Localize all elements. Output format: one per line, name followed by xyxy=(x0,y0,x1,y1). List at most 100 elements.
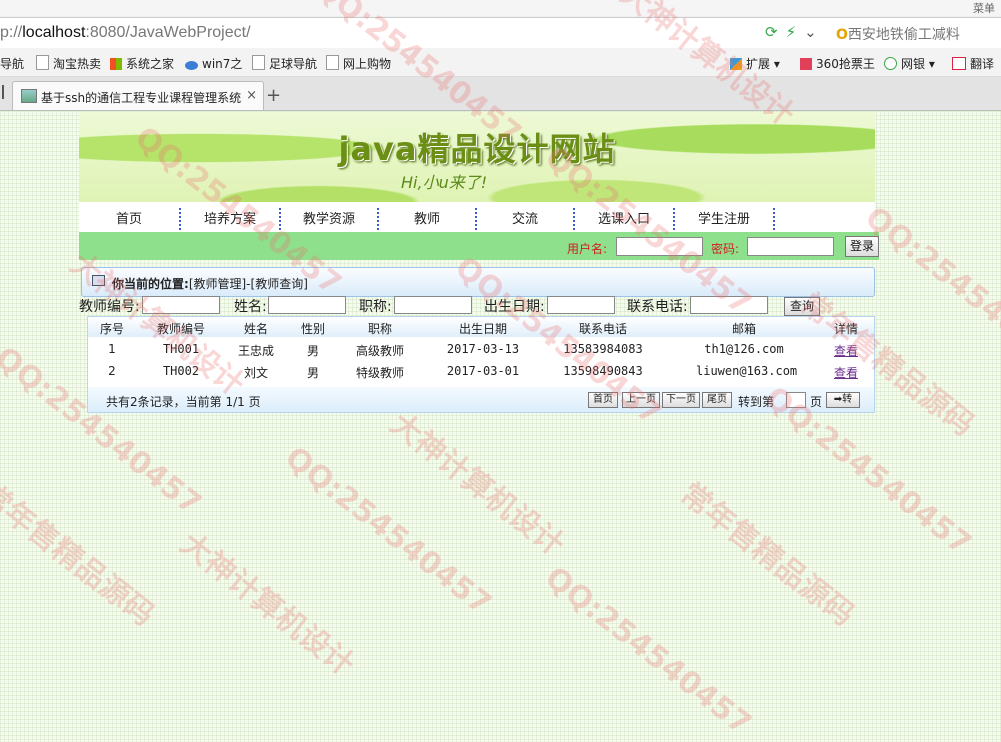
cell-gender: 男 xyxy=(306,366,319,380)
cell-birthdate: 2017-03-01 xyxy=(446,364,520,378)
header-cell: 联系电话 xyxy=(578,322,627,336)
address-bar[interactable]: p://localhost:8080/JavaWebProject/ ⟳ ⚡ ⌄ O… xyxy=(0,17,1001,49)
nav-teachers[interactable]: 教师 xyxy=(379,208,477,230)
password-label: 密码: xyxy=(711,242,740,256)
page-icon xyxy=(36,55,49,70)
phone-label: 联系电话: xyxy=(627,299,688,315)
bookmark-football[interactable]: 足球导航 xyxy=(252,55,317,72)
watermark-text: QQ:254540457 xyxy=(538,560,758,742)
nav-course-select[interactable]: 选课入口 xyxy=(575,208,675,230)
tab-active[interactable]: 基于ssh的通信工程专业课程管理系统 × xyxy=(12,81,264,110)
cell-name: 王忠成 xyxy=(237,344,274,358)
teacher-no-label: 教师编号: xyxy=(79,299,140,315)
nav-training-plan[interactable]: 培养方案 xyxy=(181,208,281,230)
bookmark-xitong[interactable]: 系统之家 xyxy=(110,55,174,72)
address-text[interactable]: p://localhost:8080/JavaWebProject/ xyxy=(0,24,251,42)
nav-resources[interactable]: 教学资源 xyxy=(281,208,379,230)
chevron-down-icon[interactable]: ⌄ xyxy=(804,23,817,41)
site-subtitle: Hi,小u来了! xyxy=(401,173,488,192)
phone-input[interactable] xyxy=(690,296,768,314)
refresh-icon[interactable]: ⟳ xyxy=(765,23,778,41)
site-banner: java精品设计网站 Hi,小u来了! xyxy=(79,112,875,202)
translate-icon xyxy=(952,57,966,70)
main-nav: 首页 培养方案 教学资源 教师 交流 选课入口 学生注册 xyxy=(79,202,875,232)
window-icon xyxy=(92,275,105,286)
goto-label: 转到第 xyxy=(738,395,775,409)
header-cell: 邮箱 xyxy=(731,322,756,336)
browser-chrome: 菜单 p://localhost:8080/JavaWebProject/ ⟳ ⚡… xyxy=(0,0,1001,111)
header-cell: 姓名 xyxy=(243,322,268,336)
close-icon[interactable]: × xyxy=(246,88,257,103)
bookmark-shopping[interactable]: 网上购物 xyxy=(326,55,391,72)
page-icon xyxy=(252,55,265,70)
goto-page-input[interactable] xyxy=(786,392,806,408)
site-title: java精品设计网站 xyxy=(338,130,616,168)
next-page-button[interactable]: 下一页 xyxy=(662,392,700,408)
bank-button[interactable]: 网银 ▾ xyxy=(884,55,935,72)
watermark-text: 常年售精品源码 xyxy=(0,476,161,634)
birthdate-label: 出生日期: xyxy=(484,299,545,315)
menu-button[interactable]: 菜单 xyxy=(973,0,995,16)
windows-icon xyxy=(110,58,122,70)
view-link[interactable]: 查看 xyxy=(828,342,864,359)
watermark-text: 常年售精品源码 xyxy=(673,476,861,634)
watermark-text: QQ:254540457 xyxy=(278,440,498,623)
header-cell: 职称 xyxy=(367,322,392,336)
bookmark-nav[interactable]: 导航 xyxy=(0,55,24,72)
location-label: 你当前的位置: xyxy=(112,277,189,291)
header-cell: 性别 xyxy=(300,322,325,336)
name-input[interactable] xyxy=(268,296,346,314)
tab-scroll-left[interactable] xyxy=(2,85,10,99)
tab-bar: 基于ssh的通信工程专业课程管理系统 × + xyxy=(0,77,1001,111)
cell-teacher-no: TH001 xyxy=(162,342,200,356)
cell-email: th1@126.com xyxy=(704,342,784,356)
title-strip: 菜单 xyxy=(0,0,1001,16)
search-box[interactable]: O西安地铁偷工减料 xyxy=(836,24,960,44)
yen-icon xyxy=(884,57,897,70)
cell-title: 特级教师 xyxy=(355,366,404,380)
birthdate-input[interactable] xyxy=(547,296,615,314)
ticket-button[interactable]: 360抢票王 xyxy=(800,55,875,72)
cell-title: 高级教师 xyxy=(355,344,404,358)
watermark-text: QQ:254540457 xyxy=(858,200,1001,383)
teacher-no-input[interactable] xyxy=(142,296,220,314)
extensions-button[interactable]: 扩展 ▾ xyxy=(730,55,780,72)
login-button[interactable]: 登录 xyxy=(845,236,879,257)
last-page-button[interactable]: 尾页 xyxy=(702,392,732,408)
prev-page-button[interactable]: 上一页 xyxy=(622,392,660,408)
cell-phone: 13598490843 xyxy=(563,364,643,378)
table-footer: 共有2条记录，当前第 1/1 页 首页 上一页 下一页 尾页 转到第 页 ➡转 xyxy=(88,387,874,412)
bookmark-taobao[interactable]: 淘宝热卖 xyxy=(36,55,101,72)
extension-icon xyxy=(730,58,742,70)
bookmark-win7[interactable]: win7之 xyxy=(185,55,242,72)
first-page-button[interactable]: 首页 xyxy=(588,392,618,408)
cell-index: 1 xyxy=(108,342,116,356)
header-cell: 教师编号 xyxy=(156,322,205,336)
go-button[interactable]: ➡转 xyxy=(826,392,860,408)
cell-teacher-no: TH002 xyxy=(162,364,200,378)
username-input[interactable] xyxy=(616,237,703,256)
breadcrumb: [教师管理]-[教师查询] xyxy=(188,277,308,291)
lightning-icon[interactable]: ⚡ xyxy=(786,23,797,41)
table-header: 序号 教师编号 姓名 性别 职称 出生日期 联系电话 邮箱 详情 xyxy=(88,317,874,337)
cell-index: 2 xyxy=(108,364,116,378)
username-label: 用户名: xyxy=(567,242,608,256)
view-link[interactable]: 查看 xyxy=(828,364,864,381)
name-label: 姓名: xyxy=(234,299,267,315)
search-logo-icon: O xyxy=(836,27,848,43)
nav-home[interactable]: 首页 xyxy=(79,208,181,230)
nav-exchange[interactable]: 交流 xyxy=(477,208,575,230)
search-button[interactable]: 查询 xyxy=(784,297,820,316)
favicon-icon xyxy=(21,89,37,103)
translate-button[interactable]: 翻译 xyxy=(952,55,994,72)
title-label: 职称: xyxy=(359,299,392,315)
nav-student-register[interactable]: 学生注册 xyxy=(675,208,775,230)
tab-title: 基于ssh的通信工程专业课程管理系统 xyxy=(41,91,242,105)
title-input[interactable] xyxy=(394,296,472,314)
cell-phone: 13583984083 xyxy=(563,342,643,356)
new-tab-button[interactable]: + xyxy=(266,85,281,106)
password-input[interactable] xyxy=(747,237,834,256)
teacher-table: 序号 教师编号 姓名 性别 职称 出生日期 联系电话 邮箱 详情 1 TH001… xyxy=(87,316,875,413)
cell-email: liuwen@163.com xyxy=(696,364,798,378)
cell-name: 刘文 xyxy=(243,366,268,380)
